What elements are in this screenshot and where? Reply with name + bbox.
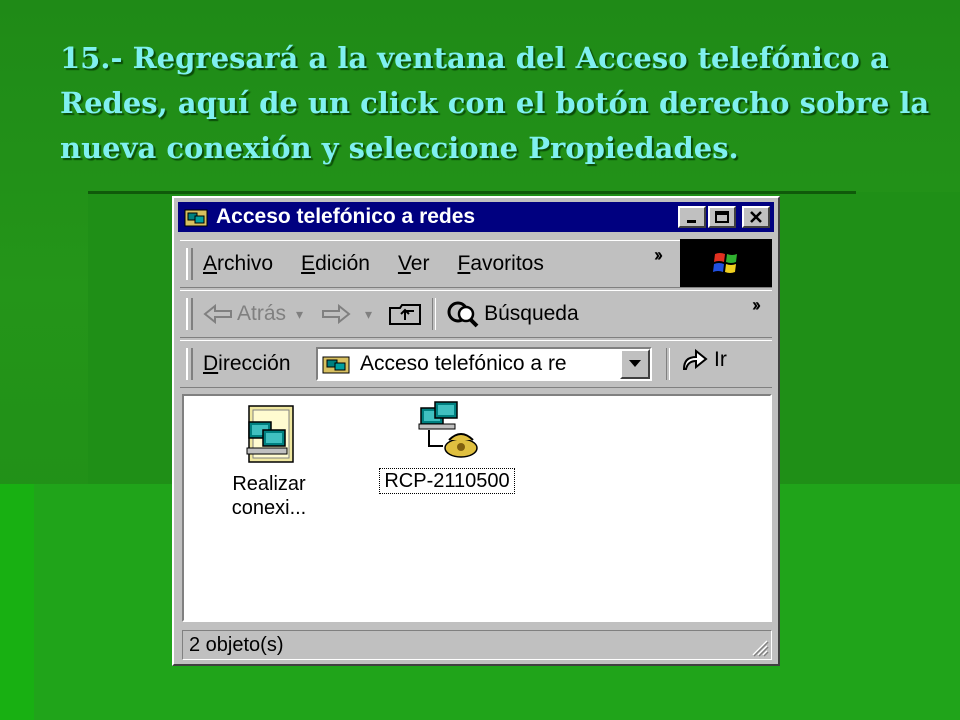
back-button[interactable]: Atrás ▾ xyxy=(203,302,303,326)
menu-bar: Archivo Edición Ver Favoritos ›› xyxy=(180,239,772,288)
network-folder-icon xyxy=(184,209,208,227)
menu-archivo[interactable]: Archivo xyxy=(203,252,273,276)
window-controls xyxy=(676,206,770,228)
window-title: Acceso telefónico a redes xyxy=(216,205,476,228)
chevron-down-icon xyxy=(629,360,641,367)
file-view[interactable]: Realizar conexi... RCP-2110500 xyxy=(182,394,772,622)
maximize-button[interactable] xyxy=(708,206,736,228)
menu-edicion[interactable]: Edición xyxy=(301,252,370,276)
slide-title: 15.- Regresará a la ventana del Acceso t… xyxy=(60,41,930,165)
search-button[interactable]: Búsqueda xyxy=(446,300,579,328)
maximize-icon xyxy=(715,211,729,223)
standard-toolbar: Atrás ▾ ▾ Búsqueda ›› xyxy=(180,290,772,338)
up-folder-button[interactable] xyxy=(388,302,422,326)
window-titlebar[interactable]: Acceso telefónico a redes xyxy=(178,202,774,232)
resize-grip-icon[interactable] xyxy=(747,635,769,657)
connection-rcp-item[interactable]: RCP-2110500 xyxy=(362,400,532,494)
address-dropdown-button[interactable] xyxy=(620,349,650,379)
back-dropdown-icon[interactable]: ▾ xyxy=(296,306,303,323)
go-arrow-icon xyxy=(682,348,708,370)
minimize-button[interactable] xyxy=(678,206,706,228)
background-panel-left xyxy=(0,484,34,720)
make-connection-icon xyxy=(246,405,294,463)
address-value: Acceso telefónico a re xyxy=(360,352,567,375)
address-bar: Dirección Acceso telefónico a re Ir xyxy=(180,340,772,388)
up-folder-icon xyxy=(389,304,422,325)
close-button[interactable] xyxy=(742,206,770,228)
minimize-icon xyxy=(687,220,696,223)
menu-favoritos[interactable]: Favoritos xyxy=(457,252,543,276)
background-divider xyxy=(88,191,856,194)
forward-dropdown-icon[interactable]: ▾ xyxy=(365,306,372,323)
windows-logo xyxy=(680,239,772,287)
address-combobox[interactable]: Acceso telefónico a re xyxy=(316,347,652,381)
dialup-window: Acceso telefónico a redes Archivo Edició… xyxy=(172,196,780,666)
addressbar-grip[interactable] xyxy=(186,348,193,380)
menu-ver[interactable]: Ver xyxy=(398,252,430,276)
windows-flag-icon xyxy=(713,253,737,273)
menubar-grip[interactable] xyxy=(186,248,193,280)
forward-button[interactable]: ▾ xyxy=(321,304,372,324)
status-bar: 2 objeto(s) xyxy=(182,630,772,660)
toolbar-grip[interactable] xyxy=(186,298,193,330)
toolbar-more-chevron-icon[interactable]: ›› xyxy=(752,295,761,316)
network-folder-icon xyxy=(322,356,350,374)
status-text: 2 objeto(s) xyxy=(189,633,284,656)
connection-label: RCP-2110500 xyxy=(379,468,515,494)
address-separator xyxy=(666,348,670,380)
dialup-connection-icon xyxy=(418,401,478,458)
close-icon xyxy=(750,211,762,223)
address-label: Dirección xyxy=(203,352,291,375)
search-icon xyxy=(447,301,479,328)
toolbar-separator xyxy=(432,298,437,330)
make-new-connection-item[interactable]: Realizar conexi... xyxy=(214,404,324,520)
go-button[interactable]: Ir xyxy=(680,347,727,373)
forward-arrow-icon xyxy=(322,304,351,324)
menu-more-chevron-icon[interactable]: ›› xyxy=(654,245,663,266)
back-arrow-icon xyxy=(203,304,232,324)
